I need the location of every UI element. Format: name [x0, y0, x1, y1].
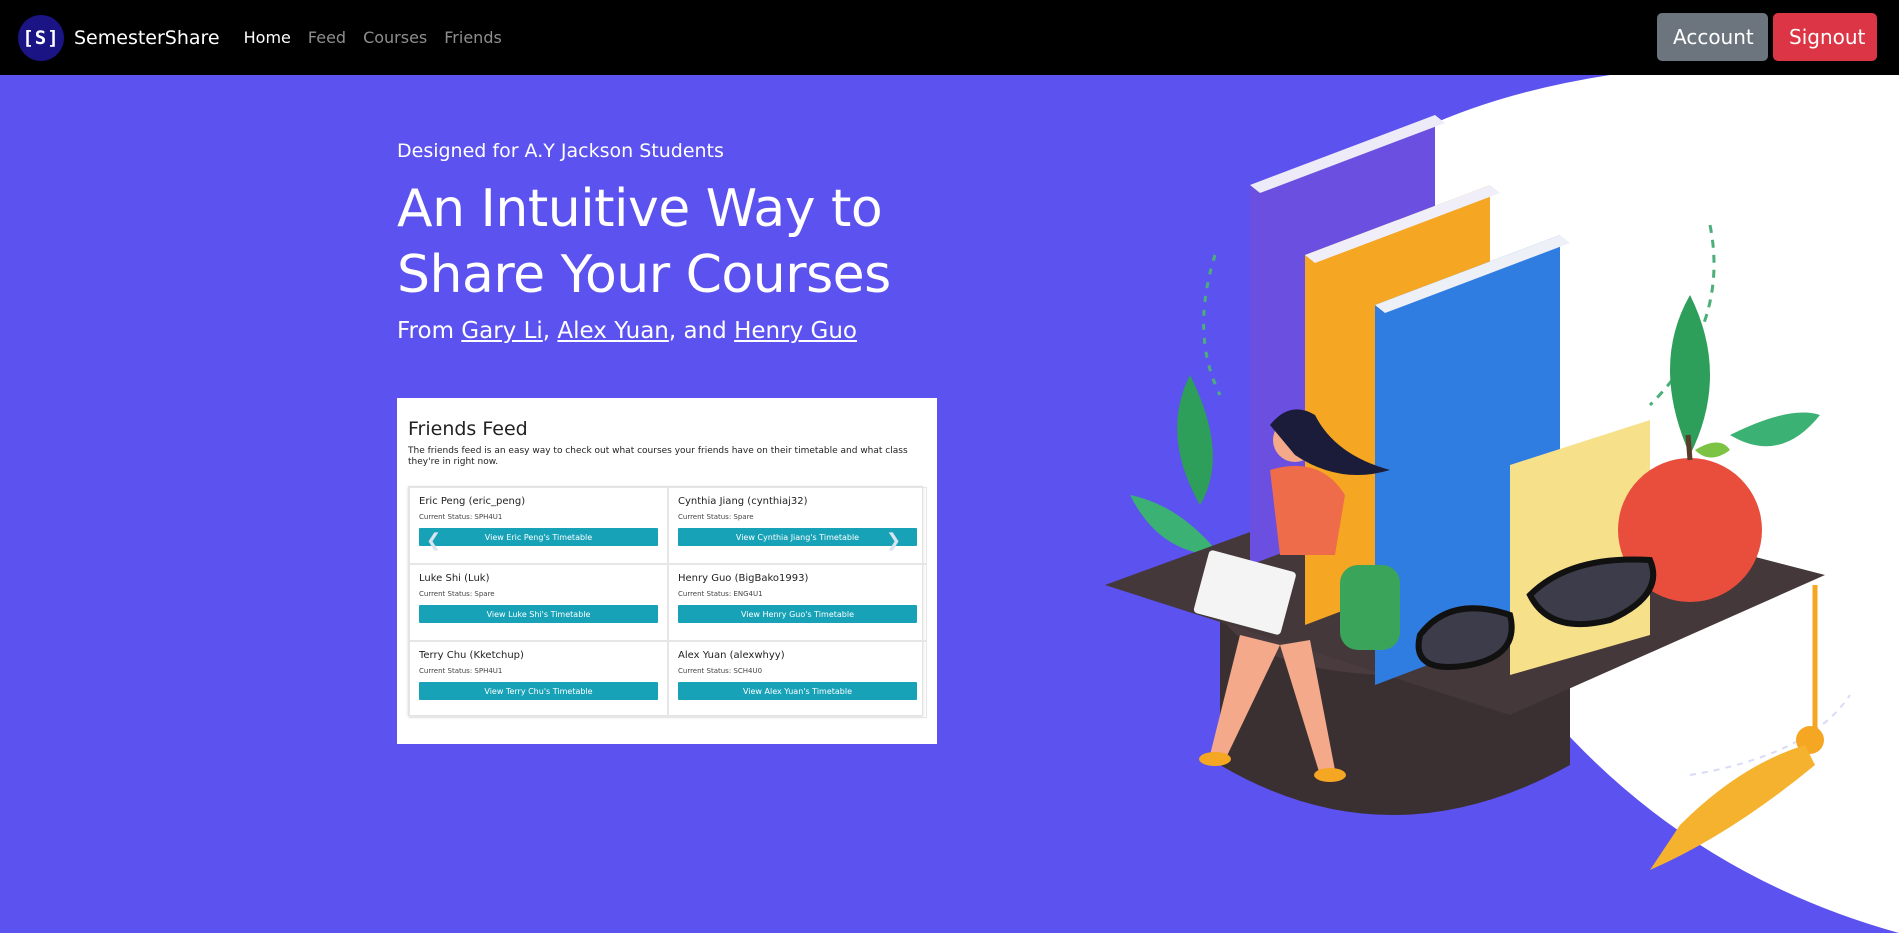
- view-timetable-button[interactable]: View Henry Guo's Timetable: [678, 605, 917, 623]
- view-timetable-button[interactable]: View Eric Peng's Timetable: [419, 528, 658, 546]
- friend-card: Eric Peng (eric_peng) Current Status: SP…: [409, 487, 668, 564]
- nav-link-feed[interactable]: Feed: [308, 28, 346, 47]
- friend-status: Current Status: ENG4U1: [678, 590, 763, 598]
- account-button[interactable]: Account: [1657, 13, 1768, 61]
- friend-status: Current Status: SPH4U1: [419, 513, 503, 521]
- friends-feed-preview: Friends Feed The friends feed is an easy…: [397, 398, 937, 744]
- leaf-left: [1130, 495, 1220, 555]
- preview-description: The friends feed is an easy way to check…: [408, 446, 908, 467]
- leaf-left: [1177, 375, 1213, 505]
- view-timetable-button[interactable]: View Terry Chu's Timetable: [419, 682, 658, 700]
- chevron-left-icon[interactable]: ❮: [426, 530, 441, 551]
- hero-section: Designed for A.Y Jackson Students An Int…: [397, 140, 891, 344]
- friend-status: Current Status: SPH4U1: [419, 667, 503, 675]
- friend-card: Henry Guo (BigBako1993) Current Status: …: [668, 564, 927, 641]
- friend-name: Cynthia Jiang (cynthiaj32): [678, 496, 808, 507]
- nav-link-courses[interactable]: Courses: [363, 28, 427, 47]
- friend-card: Luke Shi (Luk) Current Status: Spare Vie…: [409, 564, 668, 641]
- nav-links: Home Feed Courses Friends: [244, 28, 519, 47]
- hero-illustration: [1105, 75, 1899, 933]
- nav-link-home[interactable]: Home: [244, 28, 291, 47]
- author-link-gary[interactable]: Gary Li: [461, 318, 543, 344]
- friend-status: Current Status: Spare: [678, 513, 754, 521]
- hero-tagline: Designed for A.Y Jackson Students: [397, 140, 724, 162]
- brand-logo: [S]: [18, 14, 64, 61]
- friend-name: Henry Guo (BigBako1993): [678, 573, 809, 584]
- nav-actions: Account Signout: [1657, 13, 1877, 61]
- author-link-alex[interactable]: Alex Yuan: [557, 318, 668, 344]
- brand-name: SemesterShare: [74, 26, 220, 49]
- friend-name: Terry Chu (Kketchup): [419, 650, 524, 661]
- friend-card: Alex Yuan (alexwhyy) Current Status: SCH…: [668, 641, 927, 718]
- hero-credits: From Gary Li, Alex Yuan, and Henry Guo: [397, 318, 891, 344]
- view-timetable-button[interactable]: View Alex Yuan's Timetable: [678, 682, 917, 700]
- chevron-right-icon[interactable]: ❯: [886, 530, 901, 551]
- friend-status: Current Status: Spare: [419, 590, 495, 598]
- author-link-henry[interactable]: Henry Guo: [734, 318, 857, 344]
- friend-card: Terry Chu (Kketchup) Current Status: SPH…: [409, 641, 668, 718]
- headline-line-2: Share Your Courses: [397, 245, 891, 305]
- backpack: [1340, 565, 1400, 650]
- nav-link-friends[interactable]: Friends: [444, 28, 502, 47]
- brand-link[interactable]: [S] SemesterShare: [18, 14, 220, 61]
- dashed-arc: [1202, 254, 1222, 396]
- hero-headline: An Intuitive Way to Share Your Courses: [397, 176, 891, 308]
- view-timetable-button[interactable]: View Luke Shi's Timetable: [419, 605, 658, 623]
- girl-shoe: [1314, 768, 1346, 782]
- friend-name: Eric Peng (eric_peng): [419, 496, 526, 507]
- friend-name: Alex Yuan (alexwhyy): [678, 650, 785, 661]
- credits-separator: , and: [668, 318, 735, 344]
- friends-grid: Eric Peng (eric_peng) Current Status: SP…: [408, 486, 927, 718]
- friend-status: Current Status: SCH4U0: [678, 667, 763, 675]
- friend-card: Cynthia Jiang (cynthiaj32) Current Statu…: [668, 487, 927, 564]
- credits-separator: ,: [542, 318, 558, 344]
- preview-title: Friends Feed: [408, 418, 528, 440]
- view-timetable-button[interactable]: View Cynthia Jiang's Timetable: [678, 528, 917, 546]
- friend-name: Luke Shi (Luk): [419, 573, 490, 584]
- girl-shoe: [1199, 752, 1231, 766]
- signout-button[interactable]: Signout: [1773, 13, 1877, 61]
- headline-line-1: An Intuitive Way to: [397, 179, 883, 239]
- apple-stem: [1685, 434, 1693, 461]
- credits-prefix: From: [397, 318, 462, 344]
- top-navbar: [S] SemesterShare Home Feed Courses Frie…: [0, 0, 1899, 75]
